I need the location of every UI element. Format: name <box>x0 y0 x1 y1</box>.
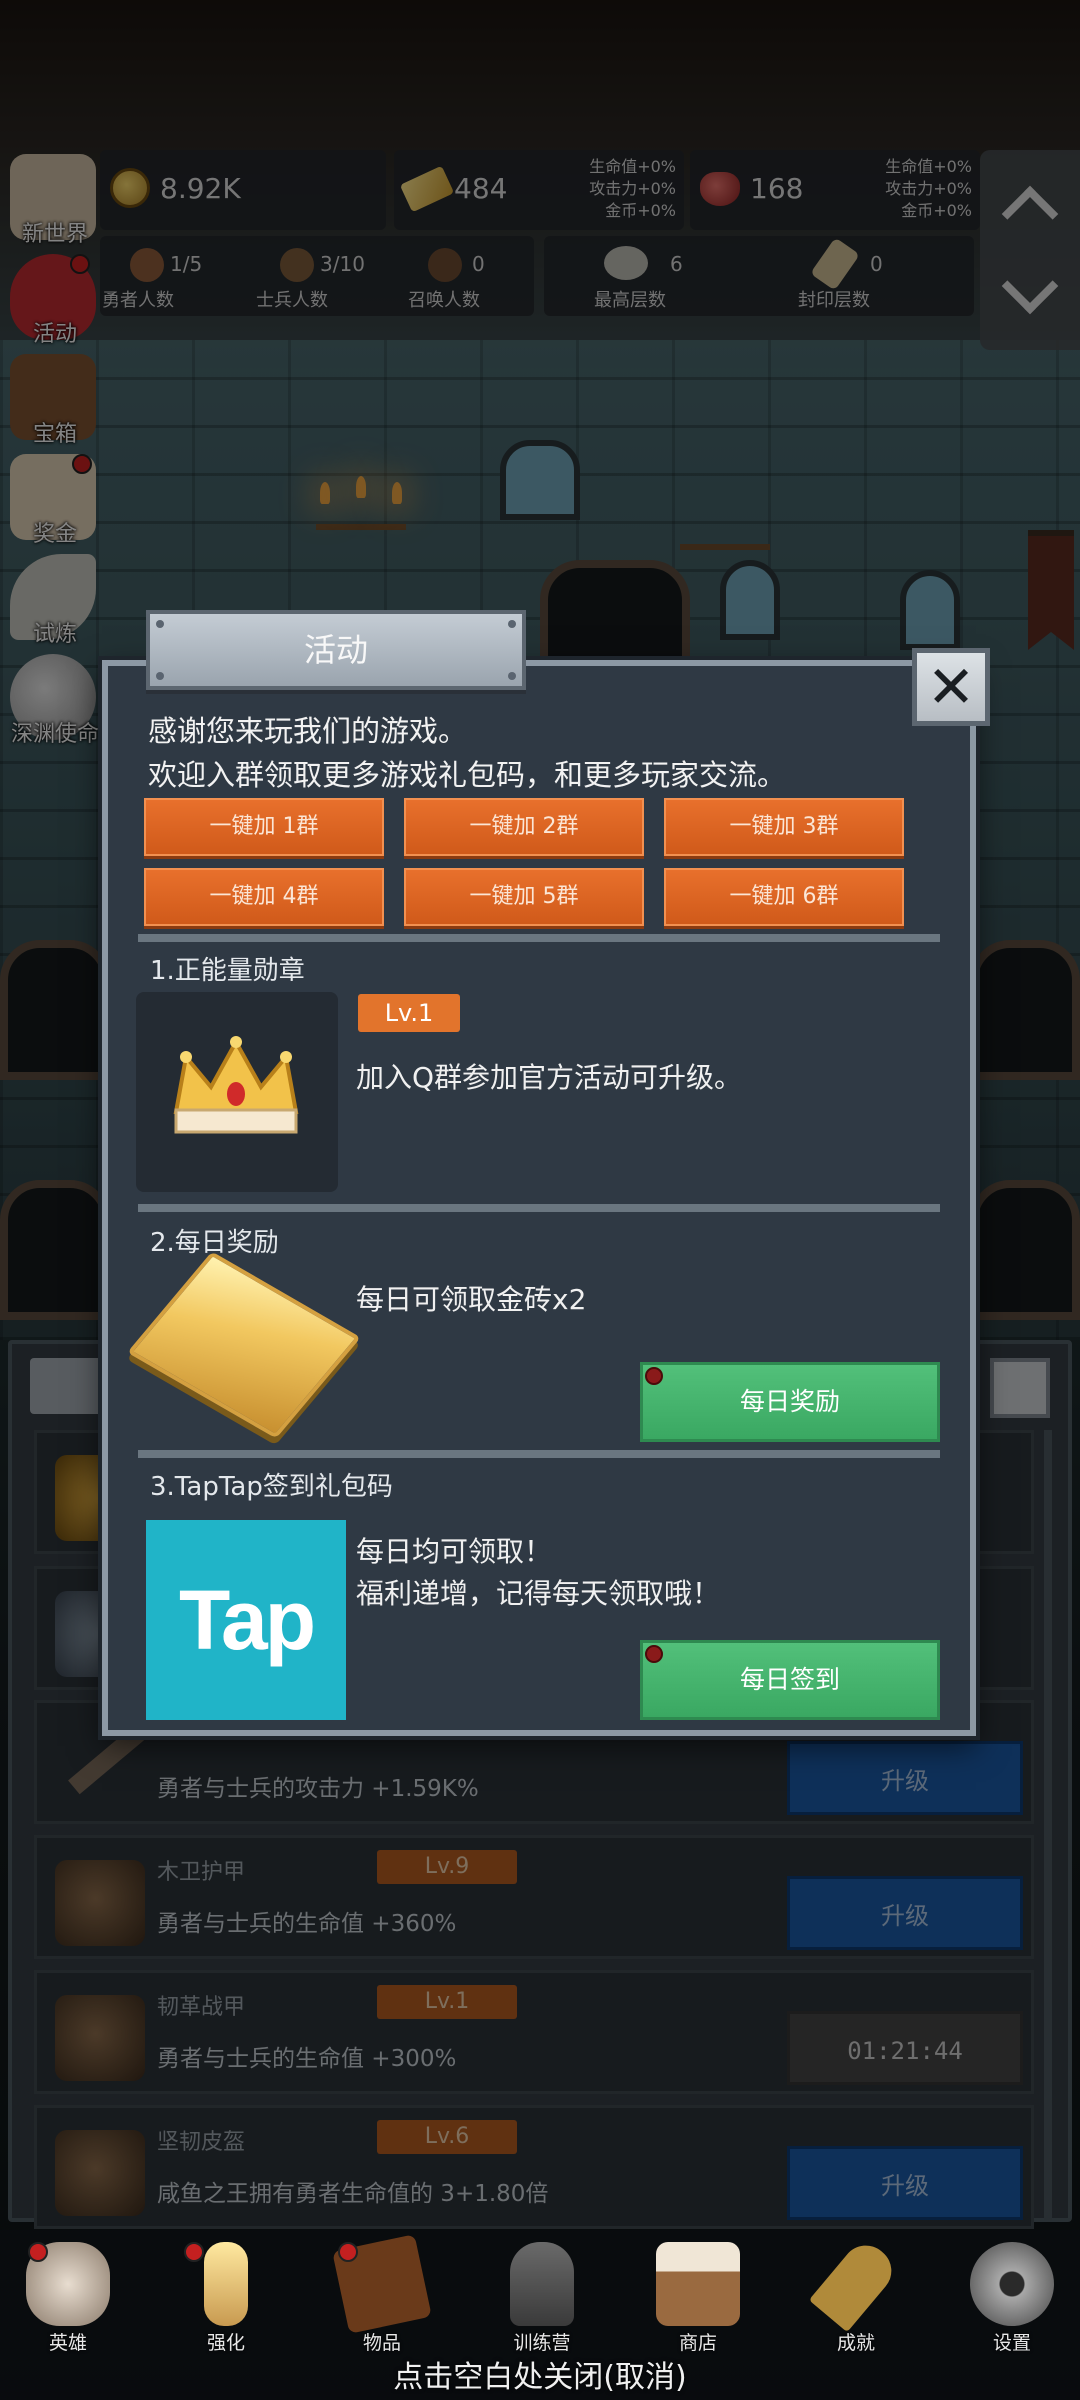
rivet <box>156 672 164 680</box>
taptap-logo: Tap <box>146 1520 346 1720</box>
notification-dot <box>184 2242 204 2262</box>
nav-settings[interactable]: 设置 <box>950 2236 1070 2356</box>
positive-energy-badge <box>136 992 338 1192</box>
taptap-description-2: 福利递增，记得每天领取哦！ <box>356 1577 721 1610</box>
section-divider <box>138 934 940 942</box>
nav-training[interactable]: 训练营 <box>480 2236 600 2356</box>
rivet <box>508 620 516 628</box>
nav-heroes[interactable]: 英雄 <box>6 2236 126 2356</box>
join-group-5-button[interactable]: 一键加 5群 <box>404 868 644 926</box>
notification-dot <box>645 1367 663 1385</box>
section-divider <box>138 1204 940 1212</box>
daily-reward-button[interactable]: 每日奖励 <box>640 1362 940 1442</box>
join-group-4-button[interactable]: 一键加 4群 <box>144 868 384 926</box>
daily-checkin-button[interactable]: 每日签到 <box>640 1640 940 1720</box>
section-1-title: 1.正能量勋章 <box>150 956 305 986</box>
daily-reward-description: 每日可领取金砖x2 <box>356 1283 587 1316</box>
notification-dot <box>28 2242 48 2262</box>
badge-level-tag: Lv.1 <box>358 994 460 1032</box>
rivet <box>508 672 516 680</box>
close-icon: ✕ <box>926 653 976 721</box>
taptap-description-1: 每日均可领取！ <box>356 1535 553 1568</box>
nav-achievements[interactable]: 成就 <box>794 2235 914 2356</box>
nav-enhance[interactable]: 强化 <box>164 2236 284 2356</box>
join-group-6-button[interactable]: 一键加 6群 <box>664 868 904 926</box>
mug-icon <box>656 2242 740 2326</box>
dialog-close-button[interactable]: ✕ <box>912 648 990 726</box>
intro-line-1: 感谢您来玩我们的游戏。 <box>148 714 468 748</box>
section-3-title: 3.TapTap签到礼包码 <box>150 1472 393 1502</box>
tap-to-close-hint[interactable]: 点击空白处关闭(取消) <box>0 2352 1080 2396</box>
game-screen[interactable]: 8.92K 484 生命值+0% 攻击力+0% 金币+0% 168 生命值+0%… <box>0 0 1080 2400</box>
join-group-1-button[interactable]: 一键加 1群 <box>144 798 384 856</box>
nav-shop[interactable]: 商店 <box>636 2236 756 2356</box>
section-divider <box>138 1450 940 1458</box>
candle-icon <box>204 2242 248 2326</box>
badge-description: 加入Q群参加官方活动可升级。 <box>356 1061 743 1094</box>
join-group-2-button[interactable]: 一键加 2群 <box>404 798 644 856</box>
notification-dot <box>338 2242 358 2262</box>
dialog-title: 活动 <box>146 610 526 690</box>
key-icon <box>808 2235 902 2333</box>
notification-dot <box>645 1645 663 1663</box>
crown-badge-icon <box>173 1036 299 1134</box>
join-group-3-button[interactable]: 一键加 3群 <box>664 798 904 856</box>
lantern-icon <box>510 2242 574 2326</box>
gear-icon <box>970 2242 1054 2326</box>
rivet <box>156 620 164 628</box>
nav-items[interactable]: 物品 <box>320 2234 440 2356</box>
intro-line-2: 欢迎入群领取更多游戏礼包码，和更多玩家交流。 <box>148 758 787 792</box>
